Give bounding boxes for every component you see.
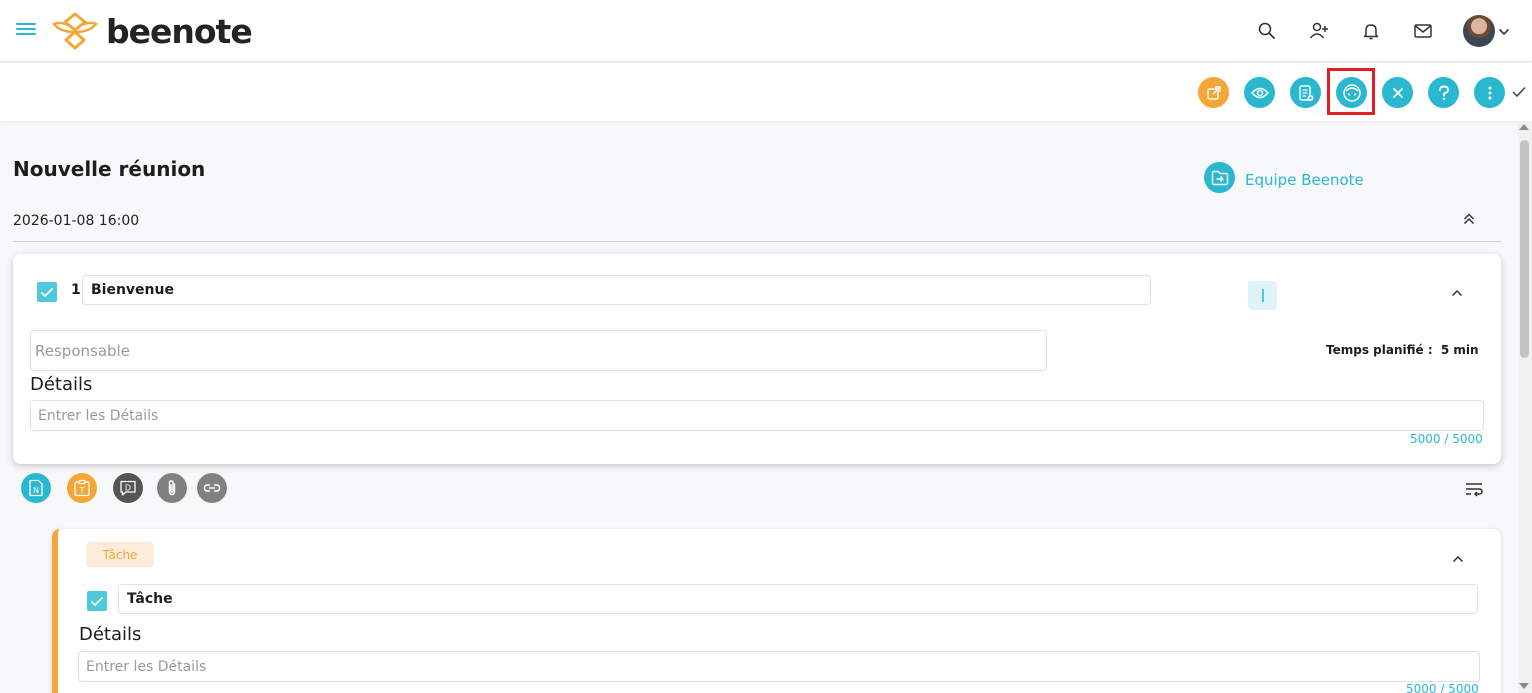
char-counter: 5000 / 5000: [1410, 432, 1483, 446]
task-details-input[interactable]: [78, 651, 1480, 682]
avatar[interactable]: [1463, 15, 1495, 47]
check-icon: [90, 596, 104, 606]
chevron-up-icon[interactable]: [1452, 548, 1464, 567]
add-link-button[interactable]: [197, 473, 227, 503]
more-options-button[interactable]: [1474, 77, 1505, 108]
double-chevron-up-icon[interactable]: [1462, 211, 1476, 230]
planned-time-label: Temps planifié :: [1326, 343, 1433, 357]
check-icon: [40, 287, 54, 297]
agenda-item-title-input[interactable]: [82, 275, 1151, 305]
preview-button[interactable]: [1244, 77, 1275, 108]
scrollbar-thumb[interactable]: [1520, 140, 1529, 358]
decision-icon: D: [120, 480, 136, 496]
planned-time-value: 5 min: [1440, 343, 1479, 357]
task-title-input[interactable]: [118, 584, 1478, 614]
bee-logo-icon: [52, 12, 98, 50]
help-button[interactable]: [1428, 77, 1459, 108]
eye-icon: [1250, 87, 1269, 98]
status-chip[interactable]: [1248, 281, 1277, 310]
bell-icon[interactable]: [1355, 15, 1387, 47]
link-icon: [203, 484, 221, 492]
task-checkbox[interactable]: [87, 591, 107, 611]
search-icon[interactable]: [1251, 15, 1283, 47]
note-letter: N: [33, 486, 39, 495]
chevron-up-icon[interactable]: [1451, 282, 1463, 301]
mail-icon[interactable]: [1407, 15, 1439, 47]
scroll-up-arrow[interactable]: [1519, 124, 1529, 130]
logo[interactable]: beenote: [50, 8, 253, 54]
clipboard-icon: [1298, 84, 1313, 101]
task-char-counter: 5000 / 5000: [1406, 682, 1479, 693]
share-button[interactable]: [1198, 77, 1229, 108]
brand-name: beenote: [106, 11, 253, 51]
add-decision-button[interactable]: D: [113, 473, 143, 503]
responsable-input[interactable]: [30, 330, 1047, 371]
planned-time: Temps planifié : 5 min: [1326, 343, 1479, 357]
scroll-down-arrow[interactable]: [1519, 683, 1529, 689]
agenda-item-card: 1. Temps planifié : 5 min Détails 5000 /…: [13, 254, 1501, 464]
check-icon[interactable]: [1512, 83, 1526, 102]
more-vertical-icon: [1488, 86, 1491, 99]
note-icon: N: [29, 479, 43, 497]
page-title: Nouvelle réunion: [13, 157, 206, 181]
details-label: Détails: [30, 374, 93, 395]
add-task-button[interactable]: T: [67, 473, 97, 503]
task-letter: T: [79, 486, 85, 495]
divider: [13, 241, 1501, 242]
add-user-icon[interactable]: [1303, 15, 1335, 47]
chevron-down-icon[interactable]: [1498, 22, 1510, 41]
close-meeting-button[interactable]: [1382, 77, 1413, 108]
close-icon: [1392, 87, 1403, 98]
agenda-item-checkbox[interactable]: [37, 282, 57, 302]
team-label: Equipe Beenote: [1245, 170, 1364, 189]
meeting-toolbar: [0, 63, 1532, 121]
task-icon: T: [74, 479, 90, 497]
paperclip-icon: [168, 480, 176, 496]
add-note-button[interactable]: N: [21, 473, 51, 503]
top-navbar: beenote: [0, 0, 1532, 62]
team-link[interactable]: Equipe Beenote: [1204, 162, 1364, 193]
minutes-button[interactable]: [1290, 77, 1321, 108]
details-input[interactable]: [30, 400, 1484, 431]
add-attachment-button[interactable]: [157, 473, 187, 503]
decision-letter: D: [125, 484, 131, 493]
help-icon: [1438, 85, 1449, 100]
task-type-chip: Tâche: [86, 542, 154, 567]
share-icon: [1206, 85, 1221, 100]
wrap-text-icon[interactable]: [1464, 480, 1484, 502]
folder-arrow-icon: [1204, 162, 1235, 193]
meeting-datetime: 2026-01-08 16:00: [13, 213, 140, 229]
menu-icon[interactable]: [16, 20, 36, 40]
task-details-label: Détails: [79, 624, 142, 645]
task-card: Tâche Détails 5000 / 5000: [52, 529, 1501, 693]
highlight-box: [1327, 68, 1375, 115]
